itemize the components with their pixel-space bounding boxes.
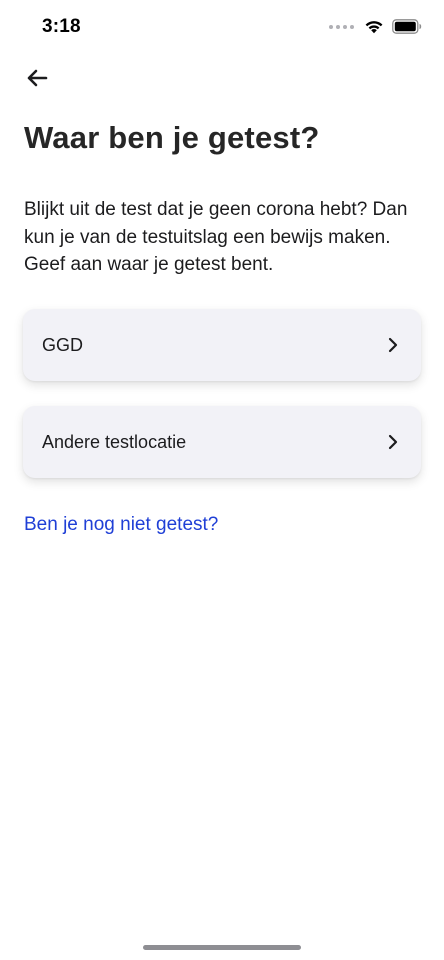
status-bar: 3:18 bbox=[0, 0, 444, 56]
cellular-signal-icon bbox=[329, 24, 354, 29]
status-time: 3:18 bbox=[42, 16, 81, 37]
wifi-icon bbox=[365, 21, 383, 34]
home-indicator bbox=[143, 945, 301, 950]
back-button[interactable] bbox=[22, 64, 52, 92]
intro-text: Blijkt uit de test dat je geen corona he… bbox=[24, 199, 408, 275]
option-label: Andere testlocatie bbox=[42, 431, 187, 452]
status-icons bbox=[329, 19, 422, 34]
chevron-right-icon bbox=[387, 433, 401, 451]
battery-icon bbox=[392, 19, 422, 34]
arrow-left-icon bbox=[27, 69, 48, 87]
chevron-right-icon bbox=[387, 336, 401, 354]
page-title: Waar ben je getest? bbox=[24, 120, 320, 155]
option-ggd-button[interactable]: GGD bbox=[23, 309, 421, 381]
screen: 3:18 Waar ben je getest? Blijkt uit de t… bbox=[0, 0, 444, 960]
option-other-location-button[interactable]: Andere testlocatie bbox=[23, 406, 421, 478]
not-tested-link[interactable]: Ben je nog niet getest? bbox=[24, 514, 218, 536]
option-label: GGD bbox=[42, 334, 84, 355]
